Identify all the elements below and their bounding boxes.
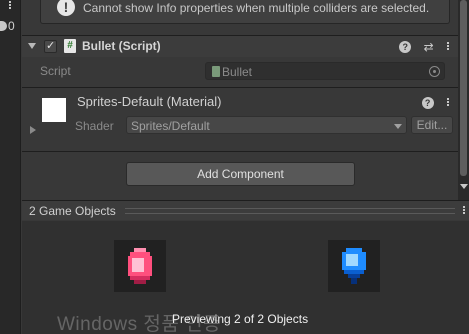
inspector-scrollbar[interactable]: [458, 0, 469, 202]
blue-bullet-sprite: [328, 240, 380, 292]
preview-header[interactable]: 2 Game Objects: [22, 200, 469, 220]
material-section: Sprites-Default (Material) ? Shader Spri…: [22, 88, 458, 144]
pink-bullet-sprite: [114, 240, 166, 292]
preview-area: Windows 정품 인증 Previewing 2 of 2 Objects: [22, 221, 469, 334]
script-property-row: Script Bullet: [22, 60, 458, 80]
component-title: Bullet (Script): [82, 39, 161, 53]
resize-grip[interactable]: [125, 208, 455, 214]
info-message: Cannot show Info properties when multipl…: [83, 1, 430, 15]
shader-value: Sprites/Default: [131, 119, 210, 133]
script-value: Bullet: [222, 65, 253, 79]
preview-title: 2 Game Objects: [29, 204, 116, 218]
csharp-script-icon: #: [64, 39, 76, 53]
preview-menu-icon[interactable]: [462, 205, 466, 217]
material-title: Sprites-Default (Material): [77, 94, 222, 109]
visibility-count: 0: [0, 19, 21, 33]
foldout-arrow-icon[interactable]: [28, 43, 36, 49]
shader-dropdown[interactable]: Sprites/Default: [126, 116, 407, 134]
script-file-icon: [212, 66, 220, 77]
component-menu-icon[interactable]: [446, 41, 450, 53]
script-label: Script: [40, 64, 71, 78]
scroll-down-arrow-icon[interactable]: [460, 184, 468, 189]
panel-more-icon[interactable]: [7, 0, 13, 12]
divider: [22, 151, 458, 152]
inspector-panel: ! Cannot show Info properties when multi…: [22, 0, 458, 202]
scrollbar-thumb[interactable]: [460, 0, 467, 176]
component-enabled-checkbox[interactable]: [44, 39, 57, 53]
chevron-down-icon: [394, 124, 402, 129]
info-icon: !: [57, 0, 75, 16]
count-label: 0: [8, 19, 15, 33]
add-component-button[interactable]: Add Component: [126, 162, 355, 186]
shader-label: Shader: [75, 119, 114, 133]
preview-caption: Previewing 2 of 2 Objects: [172, 312, 309, 326]
presets-icon[interactable]: ⇄: [424, 40, 434, 54]
script-object-field[interactable]: Bullet: [205, 62, 445, 80]
object-picker-icon[interactable]: [429, 66, 440, 77]
help-icon[interactable]: ?: [399, 40, 412, 53]
info-help-box: ! Cannot show Info properties when multi…: [40, 0, 450, 24]
bullet-script-header[interactable]: # Bullet (Script) ? ⇄: [22, 35, 458, 57]
material-help-icon[interactable]: ?: [421, 96, 434, 109]
material-preview-thumbnail: [42, 98, 66, 122]
material-menu-icon[interactable]: [446, 97, 450, 109]
shader-edit-button[interactable]: Edit...: [411, 116, 453, 134]
visibility-icon: [0, 21, 7, 31]
hierarchy-panel-edge: 0: [0, 0, 21, 334]
material-foldout-icon[interactable]: [30, 126, 36, 134]
